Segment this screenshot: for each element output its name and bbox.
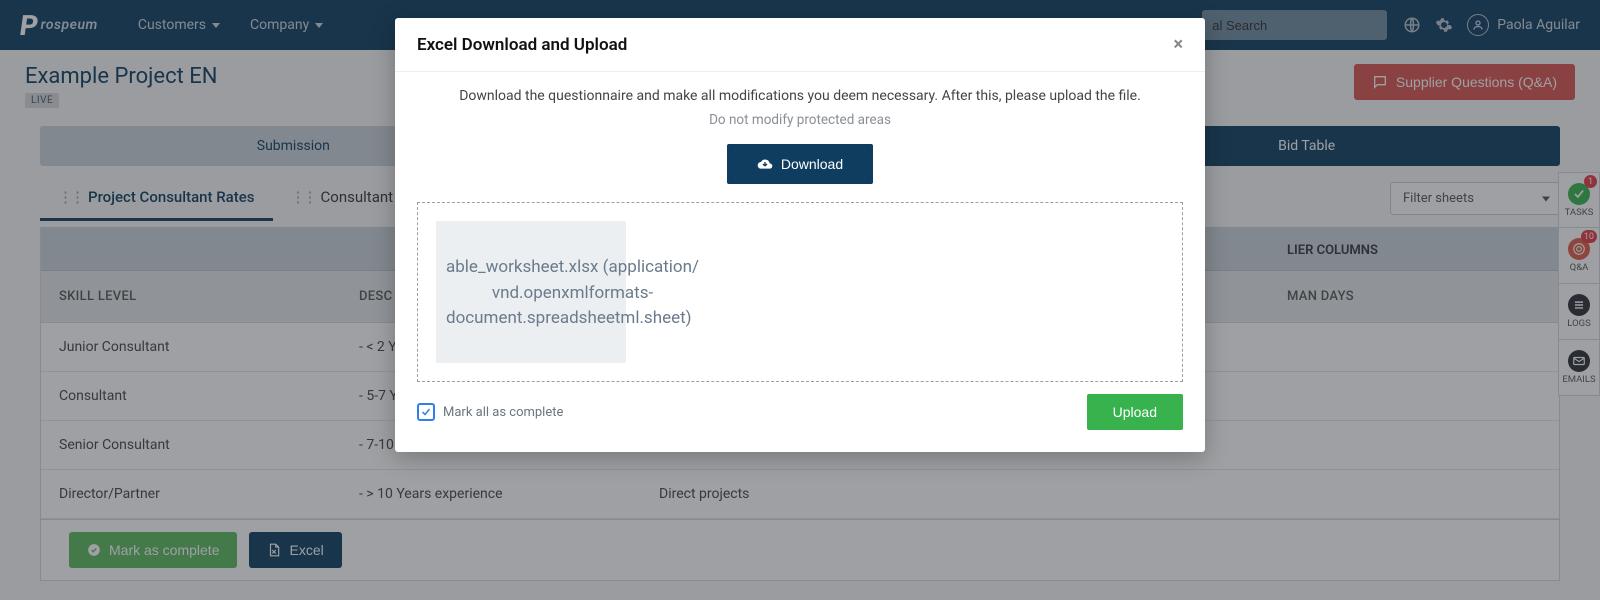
mark-all-complete-checkbox[interactable]: Mark all as complete bbox=[417, 403, 563, 421]
checkbox-icon bbox=[417, 403, 435, 421]
file-meta: able_worksheet.xlsx (application/ vnd.op… bbox=[446, 255, 699, 332]
file-meta-line: vnd.openxmlformats- bbox=[446, 281, 699, 307]
modal-body: Download the questionnaire and make all … bbox=[395, 72, 1205, 452]
close-icon[interactable]: × bbox=[1173, 34, 1183, 55]
file-meta-line: document.spreadsheetml.sheet) bbox=[446, 306, 699, 332]
modal-title: Excel Download and Upload bbox=[417, 35, 627, 55]
modal-header: Excel Download and Upload × bbox=[395, 18, 1205, 72]
checkbox-label: Mark all as complete bbox=[443, 405, 563, 420]
excel-modal: Excel Download and Upload × Download the… bbox=[395, 18, 1205, 452]
upload-dropzone[interactable]: able_worksheet.xlsx (application/ vnd.op… bbox=[417, 202, 1183, 382]
modal-footer: Mark all as complete Upload bbox=[417, 394, 1183, 430]
button-label: Download bbox=[781, 156, 843, 172]
file-meta-line: able_worksheet.xlsx (application/ bbox=[446, 255, 699, 281]
download-button[interactable]: Download bbox=[727, 144, 873, 184]
upload-button[interactable]: Upload bbox=[1087, 394, 1183, 430]
modal-instructions: Download the questionnaire and make all … bbox=[417, 88, 1183, 104]
cloud-download-icon bbox=[757, 156, 773, 172]
modal-warning: Do not modify protected areas bbox=[417, 112, 1183, 128]
